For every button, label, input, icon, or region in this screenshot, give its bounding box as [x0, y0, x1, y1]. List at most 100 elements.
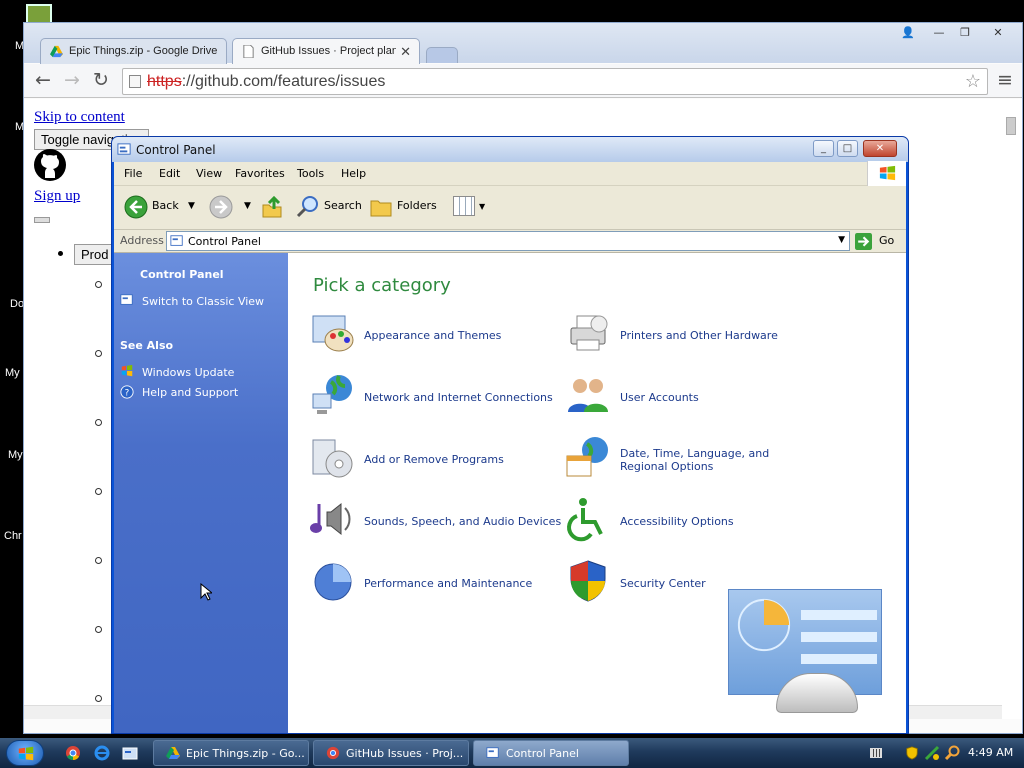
folders-button[interactable]: Folders [397, 199, 437, 212]
control-panel-icon [170, 235, 183, 246]
category-network-link[interactable]: Network and Internet Connections [364, 391, 553, 404]
keyboard-tray-icon[interactable] [870, 748, 882, 758]
help-and-support-link[interactable]: Help and Support [142, 386, 238, 399]
nav-toggle-small[interactable] [34, 217, 50, 223]
up-folder-icon[interactable] [260, 194, 284, 220]
chrome-quicklaunch-icon[interactable] [65, 745, 81, 761]
clock[interactable]: 4:49 AM [968, 746, 1013, 759]
menu-edit[interactable]: Edit [159, 167, 180, 180]
network-tray-icon[interactable] [924, 745, 940, 761]
network-icon[interactable] [309, 372, 355, 418]
category-printers-link[interactable]: Printers and Other Hardware [620, 329, 778, 342]
control-panel-titlebar[interactable]: Control Panel _ □ ✕ [112, 137, 908, 162]
new-tab-button[interactable] [426, 47, 458, 63]
explorer-quicklaunch-icon[interactable] [122, 745, 138, 761]
menu-tools[interactable]: Tools [297, 167, 324, 180]
list-bullet [95, 419, 102, 426]
search-button[interactable]: Search [324, 199, 362, 212]
close-button[interactable]: ✕ [863, 140, 897, 157]
desktop-label: Chr [4, 530, 22, 542]
sign-up-link[interactable]: Sign up [34, 188, 80, 205]
forward-dropdown-icon[interactable]: ▼ [244, 201, 251, 211]
menu-help[interactable]: Help [341, 167, 366, 180]
tab-github-issues[interactable]: GitHub Issues · Project planning ✕ [232, 38, 420, 64]
category-security-center-link[interactable]: Security Center [620, 577, 706, 590]
user-accounts-icon[interactable] [565, 372, 611, 418]
desktop-icon-top[interactable] [26, 4, 52, 24]
go-button[interactable]: Go [879, 234, 894, 247]
views-icon[interactable] [453, 196, 475, 216]
category-performance-link[interactable]: Performance and Maintenance [364, 577, 532, 590]
sounds-icon[interactable] [309, 496, 355, 542]
product-button[interactable]: Prod [74, 244, 114, 265]
minimize-button[interactable]: — [927, 25, 951, 41]
vertical-scrollbar[interactable] [1002, 109, 1020, 709]
internet-explorer-icon[interactable] [94, 745, 110, 761]
views-dropdown-icon[interactable]: ▼ [479, 202, 485, 211]
back-button[interactable]: Back [152, 199, 179, 212]
taskbar-item-google-drive[interactable]: Epic Things.zip - Go... [153, 740, 309, 766]
forward-arrow-icon[interactable] [209, 195, 233, 219]
chrome-tabstrip: Epic Things.zip - Google Drive GitHub Is… [24, 23, 1022, 64]
performance-icon[interactable] [309, 558, 355, 604]
list-bullet [95, 281, 102, 288]
menu-favorites[interactable]: Favorites [235, 167, 285, 180]
close-tab-icon[interactable]: ✕ [400, 44, 411, 60]
list-bullet [95, 350, 102, 357]
menu-bar: File Edit View Favorites Tools Help [114, 161, 906, 186]
reload-icon[interactable]: ↻ [90, 69, 112, 91]
menu-icon[interactable]: ≡ [994, 69, 1016, 91]
category-sounds-link[interactable]: Sounds, Speech, and Audio Devices [364, 515, 561, 528]
maximize-button[interactable]: □ [837, 140, 858, 157]
forward-arrow-icon[interactable]: → [61, 69, 83, 91]
category-accessibility-link[interactable]: Accessibility Options [620, 515, 734, 528]
category-user-accounts-link[interactable]: User Accounts [620, 391, 699, 404]
toolbar: Back ▼ ▼ Search Folders ▼ [114, 186, 906, 230]
skip-to-content-link[interactable]: Skip to content [34, 109, 125, 126]
accessibility-icon[interactable] [565, 496, 611, 542]
back-arrow-icon[interactable]: ← [32, 69, 54, 91]
appearance-icon[interactable] [309, 310, 355, 356]
search-icon[interactable] [296, 195, 320, 219]
taskbar: Epic Things.zip - Go... GitHub Issues · … [0, 738, 1024, 768]
close-button[interactable]: ✕ [986, 25, 1010, 41]
menu-file[interactable]: File [124, 167, 142, 180]
back-dropdown-icon[interactable]: ▼ [188, 201, 195, 211]
control-panel-icon [486, 747, 499, 758]
menu-view[interactable]: View [196, 167, 222, 180]
category-add-remove-link[interactable]: Add or Remove Programs [364, 453, 504, 466]
tab-google-drive[interactable]: Epic Things.zip - Google Drive [40, 38, 227, 64]
category-date-time-link[interactable]: Date, Time, Language, and Regional Optio… [620, 447, 820, 473]
switch-to-classic-view-link[interactable]: Switch to Classic View [142, 295, 264, 308]
printer-icon[interactable] [565, 310, 611, 356]
desktop-label: My [8, 449, 23, 461]
windows-update-link[interactable]: Windows Update [142, 366, 234, 379]
scroll-thumb[interactable] [1006, 117, 1016, 135]
start-button[interactable] [6, 740, 44, 766]
folders-icon[interactable] [369, 195, 393, 219]
taskbar-label: GitHub Issues · Proj... [346, 747, 464, 760]
address-dropdown-icon[interactable]: ▼ [838, 235, 845, 245]
taskbar-item-control-panel[interactable]: Control Panel [473, 740, 629, 766]
list-bullet [95, 557, 102, 564]
security-shield-icon[interactable] [565, 558, 611, 604]
back-arrow-icon[interactable] [124, 195, 148, 219]
desktop-label: Do [10, 298, 25, 310]
search-tray-icon[interactable] [944, 745, 960, 761]
profile-icon[interactable]: 👤 [896, 25, 920, 41]
url-scheme: https [147, 73, 182, 90]
maximize-button[interactable]: ❐ [953, 25, 977, 41]
windows-logo-icon [18, 746, 34, 761]
security-tray-icon[interactable] [905, 745, 919, 761]
bookmark-star-icon[interactable]: ☆ [965, 71, 981, 92]
address-input[interactable]: Control Panel ▼ [166, 231, 850, 251]
minimize-button[interactable]: _ [813, 140, 834, 157]
url-input[interactable]: https://github.com/features/issues ☆ [122, 68, 988, 95]
github-logo-icon[interactable] [34, 149, 66, 181]
category-appearance-link[interactable]: Appearance and Themes [364, 329, 501, 342]
address-value: Control Panel [188, 235, 261, 248]
add-remove-programs-icon[interactable] [309, 434, 355, 480]
taskbar-item-github[interactable]: GitHub Issues · Proj... [313, 740, 469, 766]
go-arrow-icon[interactable] [855, 233, 872, 250]
date-time-icon[interactable] [565, 434, 611, 480]
